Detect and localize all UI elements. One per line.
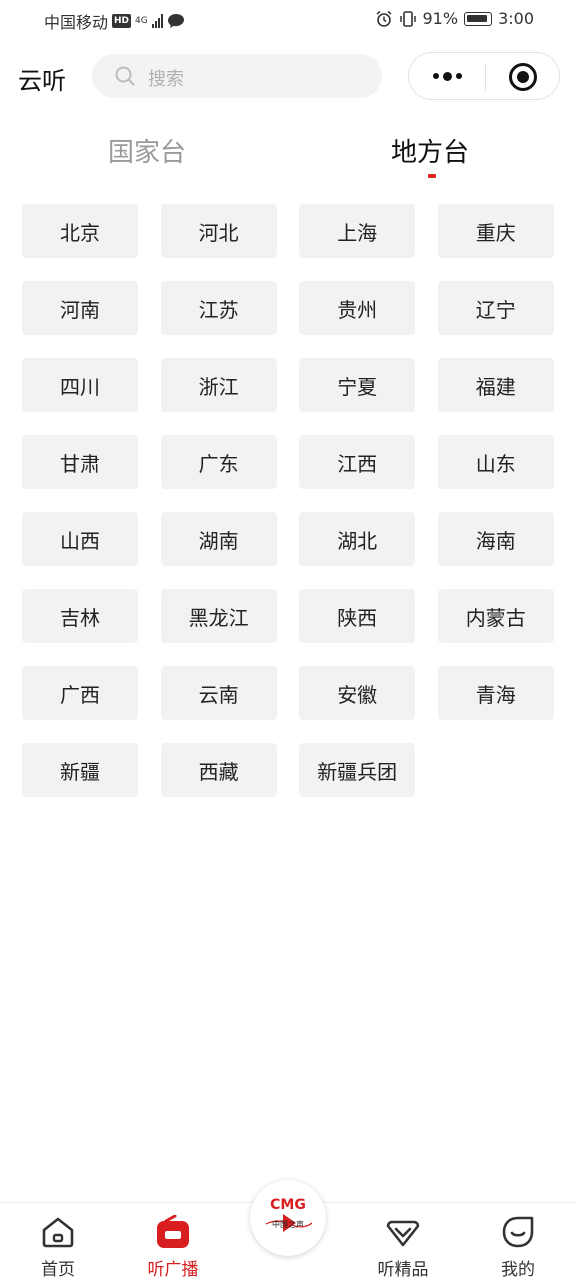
home-icon <box>42 1217 74 1248</box>
app-title: 云听 <box>18 67 66 95</box>
nav-mine-label: 我的 <box>501 1260 535 1280</box>
center-logo-subtext: 中国之声 <box>272 1219 304 1229</box>
region-button[interactable]: 河北 <box>160 204 277 258</box>
capsule-divider <box>485 63 486 91</box>
region-button[interactable]: 广西 <box>22 666 138 720</box>
nav-premium[interactable]: 听精品 <box>353 1203 453 1280</box>
tab-national[interactable]: 国家台 <box>108 132 186 169</box>
region-button[interactable]: 青海 <box>437 666 554 720</box>
diamond-icon <box>386 1220 420 1247</box>
region-button[interactable]: 浙江 <box>160 358 277 412</box>
region-button[interactable]: 广东 <box>160 435 277 489</box>
search-placeholder: 搜索 <box>148 69 184 90</box>
cmg-logo-icon: CMG 中国之声 <box>265 1197 313 1232</box>
region-button[interactable]: 山西 <box>22 512 138 566</box>
battery-icon <box>464 11 493 26</box>
station-tabs: 国家台 地方台 <box>0 128 576 188</box>
region-button[interactable]: 北京 <box>22 204 138 258</box>
nav-mine[interactable]: 我的 <box>468 1203 568 1280</box>
profile-icon <box>502 1216 534 1248</box>
tab-local[interactable]: 地方台 <box>391 132 469 169</box>
region-grid: 北京 河北 上海 重庆河南 江苏 贵州 辽宁四川 浙江 宁夏 福建甘肃 广东 江西 山东山西 湖南 湖北 海南… <box>22 204 554 797</box>
region-button[interactable]: 湖北 <box>299 512 416 566</box>
search-input[interactable]: 搜索 <box>92 54 382 98</box>
app-header: 云听 搜索 <box>0 50 576 106</box>
nav-home[interactable]: 首页 <box>8 1203 108 1280</box>
region-button[interactable]: 新疆 <box>22 743 138 797</box>
nav-radio[interactable]: 听广播 <box>123 1203 223 1280</box>
region-button[interactable]: 吉林 <box>22 589 138 643</box>
region-button[interactable]: 西藏 <box>160 743 277 797</box>
region-button[interactable]: 云南 <box>160 666 277 720</box>
region-button[interactable]: 甘肃 <box>22 435 138 489</box>
radio-icon <box>157 1215 189 1248</box>
clock: 3:00 <box>498 9 534 28</box>
region-button[interactable]: 海南 <box>437 512 554 566</box>
region-button[interactable]: 江西 <box>299 435 416 489</box>
region-button[interactable]: 福建 <box>437 358 554 412</box>
carrier-name: 中国移动 <box>44 13 109 32</box>
alarm-icon <box>376 10 391 27</box>
network-type: 4G <box>135 16 148 26</box>
message-icon <box>167 14 184 28</box>
region-button[interactable]: 陕西 <box>299 589 416 643</box>
region-button[interactable]: 四川 <box>22 358 138 412</box>
region-button[interactable]: 宁夏 <box>299 358 416 412</box>
region-button[interactable]: 黑龙江 <box>160 589 277 643</box>
nav-home-label: 首页 <box>41 1260 75 1280</box>
region-button[interactable]: 河南 <box>22 281 138 335</box>
hd-badge: HD <box>112 14 132 28</box>
vibrate-icon <box>399 10 416 27</box>
region-button[interactable]: 贵州 <box>299 281 416 335</box>
more-button[interactable] <box>409 53 485 99</box>
close-miniprogram-button[interactable] <box>509 63 537 91</box>
nav-radio-label: 听广播 <box>147 1260 199 1280</box>
region-button[interactable]: 江苏 <box>160 281 277 335</box>
region-button[interactable]: 湖南 <box>160 512 277 566</box>
search-icon <box>115 66 135 86</box>
center-logo-text: CMG <box>270 1197 306 1213</box>
active-tab-indicator <box>428 174 436 178</box>
region-button[interactable]: 山东 <box>437 435 554 489</box>
region-button[interactable]: 上海 <box>299 204 416 258</box>
region-button[interactable]: 内蒙古 <box>437 589 554 643</box>
status-bar: 中国移动 HD 4G 91% 3:00 <box>0 0 576 40</box>
miniprogram-capsule <box>408 52 560 100</box>
region-button[interactable]: 辽宁 <box>437 281 554 335</box>
region-button[interactable]: 安徽 <box>299 666 416 720</box>
center-play-button[interactable]: CMG 中国之声 <box>250 1180 326 1256</box>
battery-percent: 91% <box>422 9 459 28</box>
signal-icon <box>151 14 163 28</box>
nav-premium-label: 听精品 <box>377 1260 429 1280</box>
region-button[interactable]: 重庆 <box>437 204 554 258</box>
region-button[interactable]: 新疆兵团 <box>299 743 416 797</box>
